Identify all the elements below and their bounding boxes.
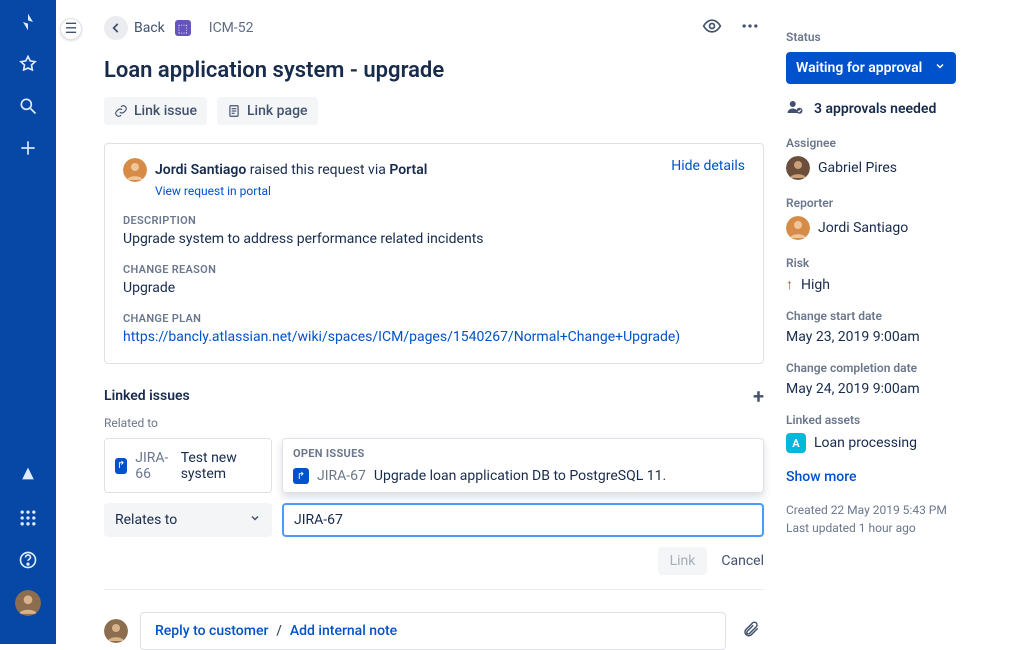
linked-issue-key: JIRA-66 (135, 450, 172, 482)
approvals-needed[interactable]: 3 approvals needed (814, 101, 936, 117)
show-more-link[interactable]: Show more (786, 469, 1006, 485)
linked-issue-chip[interactable]: ↱ JIRA-66 Test new system (104, 438, 272, 493)
issue-picker-popup: Open issues ↱ JIRA-67 Upgrade loan appli… (282, 438, 764, 493)
relation-type-select[interactable]: Relates to (104, 503, 272, 537)
request-details-panel: Jordi Santiago raised this request via P… (104, 143, 764, 364)
back-button[interactable]: Back (104, 16, 165, 40)
risk-label: Risk (786, 256, 1006, 270)
risk-value: High (801, 277, 830, 293)
search-icon[interactable] (16, 94, 40, 118)
view-in-portal-link[interactable]: View request in portal (155, 184, 745, 198)
change-plan-label: Change plan (123, 312, 745, 325)
page-icon (227, 104, 241, 118)
user-avatar[interactable] (15, 590, 41, 616)
risk-high-icon: ↑ (786, 276, 793, 293)
reply-box[interactable]: Reply to customer / Add internal note (140, 612, 726, 650)
relation-type-value: Relates to (115, 512, 177, 528)
open-issues-heading: Open issues (283, 439, 763, 460)
change-reason-label: Change reason (123, 263, 745, 276)
status-label: Status (786, 30, 1006, 44)
reporter-label: Reporter (786, 196, 1006, 210)
asset-icon: A (786, 433, 806, 453)
app-logo-icon[interactable] (16, 10, 40, 34)
issue-link-icon: ↱ (293, 468, 309, 484)
link-icon (114, 104, 128, 118)
change-end-label: Change completion date (786, 361, 1006, 375)
watch-icon[interactable] (698, 12, 726, 44)
add-internal-note-tab[interactable]: Add internal note (290, 623, 397, 639)
notification-icon[interactable] (16, 464, 40, 488)
link-page-button[interactable]: Link page (217, 97, 318, 125)
created-meta: Created 22 May 2019 5:43 PM (786, 501, 1006, 519)
more-actions-icon[interactable] (736, 12, 764, 44)
linked-issue-summary: Test new system (181, 450, 261, 482)
link-cancel-button[interactable]: Cancel (721, 553, 764, 569)
sidebar-toggle[interactable]: ☰ (56, 0, 86, 644)
help-icon[interactable] (16, 548, 40, 572)
agent-avatar (104, 619, 128, 643)
chevron-down-icon (249, 512, 261, 528)
assignee-name[interactable]: Gabriel Pires (818, 160, 897, 176)
change-start-value: May 23, 2019 9:00am (786, 329, 1006, 345)
star-icon[interactable] (16, 52, 40, 76)
assignee-avatar (786, 156, 810, 180)
app-switcher-icon[interactable] (16, 506, 40, 530)
reporter-name[interactable]: Jordi Santiago (818, 220, 908, 236)
change-plan-link[interactable]: https://bancly.atlassian.net/wiki/spaces… (123, 329, 745, 345)
change-reason-value: Upgrade (123, 280, 745, 296)
issue-link-icon: ↱ (115, 458, 127, 474)
requester-avatar (123, 158, 147, 182)
hide-details-link[interactable]: Hide details (671, 158, 745, 174)
suggestion-summary: Upgrade loan application DB to PostgreSQ… (374, 468, 666, 484)
change-end-value: May 24, 2019 9:00am (786, 381, 1006, 397)
issue-type-icon: ⬚ (175, 20, 191, 36)
updated-meta: Last updated 1 hour ago (786, 519, 1006, 537)
related-to-label: Related to (104, 416, 764, 430)
change-start-label: Change start date (786, 309, 1006, 323)
add-linked-issue-button[interactable]: + (753, 384, 764, 408)
link-page-label: Link page (247, 103, 308, 119)
description-label: Description (123, 214, 745, 227)
issue-suggestion[interactable]: ↱ JIRA-67 Upgrade loan application DB to… (283, 460, 763, 492)
reply-customer-tab[interactable]: Reply to customer (155, 623, 268, 639)
reporter-avatar (786, 216, 810, 240)
status-dropdown[interactable]: Waiting for approval (786, 52, 956, 84)
asset-name[interactable]: Loan processing (814, 435, 917, 451)
issue-title: Loan application system - upgrade (104, 58, 764, 83)
issue-key[interactable]: ICM-52 (209, 20, 254, 36)
assignee-label: Assignee (786, 136, 1006, 150)
link-issue-input[interactable] (282, 503, 764, 537)
create-icon[interactable] (16, 136, 40, 160)
link-issue-label: Link issue (134, 103, 197, 119)
attach-icon[interactable] (738, 616, 764, 646)
arrow-left-icon (104, 16, 128, 40)
back-label: Back (134, 20, 165, 36)
raised-by-line: Jordi Santiago raised this request via P… (155, 162, 427, 178)
linked-assets-label: Linked assets (786, 413, 1006, 427)
link-issue-button[interactable]: Link issue (104, 97, 207, 125)
description-value: Upgrade system to address performance re… (123, 231, 745, 247)
menu-icon[interactable]: ☰ (60, 18, 82, 40)
status-value: Waiting for approval (796, 60, 922, 76)
link-submit-button[interactable]: Link (658, 547, 708, 575)
suggestion-key: JIRA-67 (317, 468, 366, 484)
linked-issues-heading: Linked issues (104, 388, 190, 404)
approval-icon (786, 98, 804, 120)
chevron-down-icon (934, 60, 946, 76)
global-nav (0, 0, 56, 644)
issue-sidebar: Status Waiting for approval 3 approvals … (786, 8, 1006, 644)
